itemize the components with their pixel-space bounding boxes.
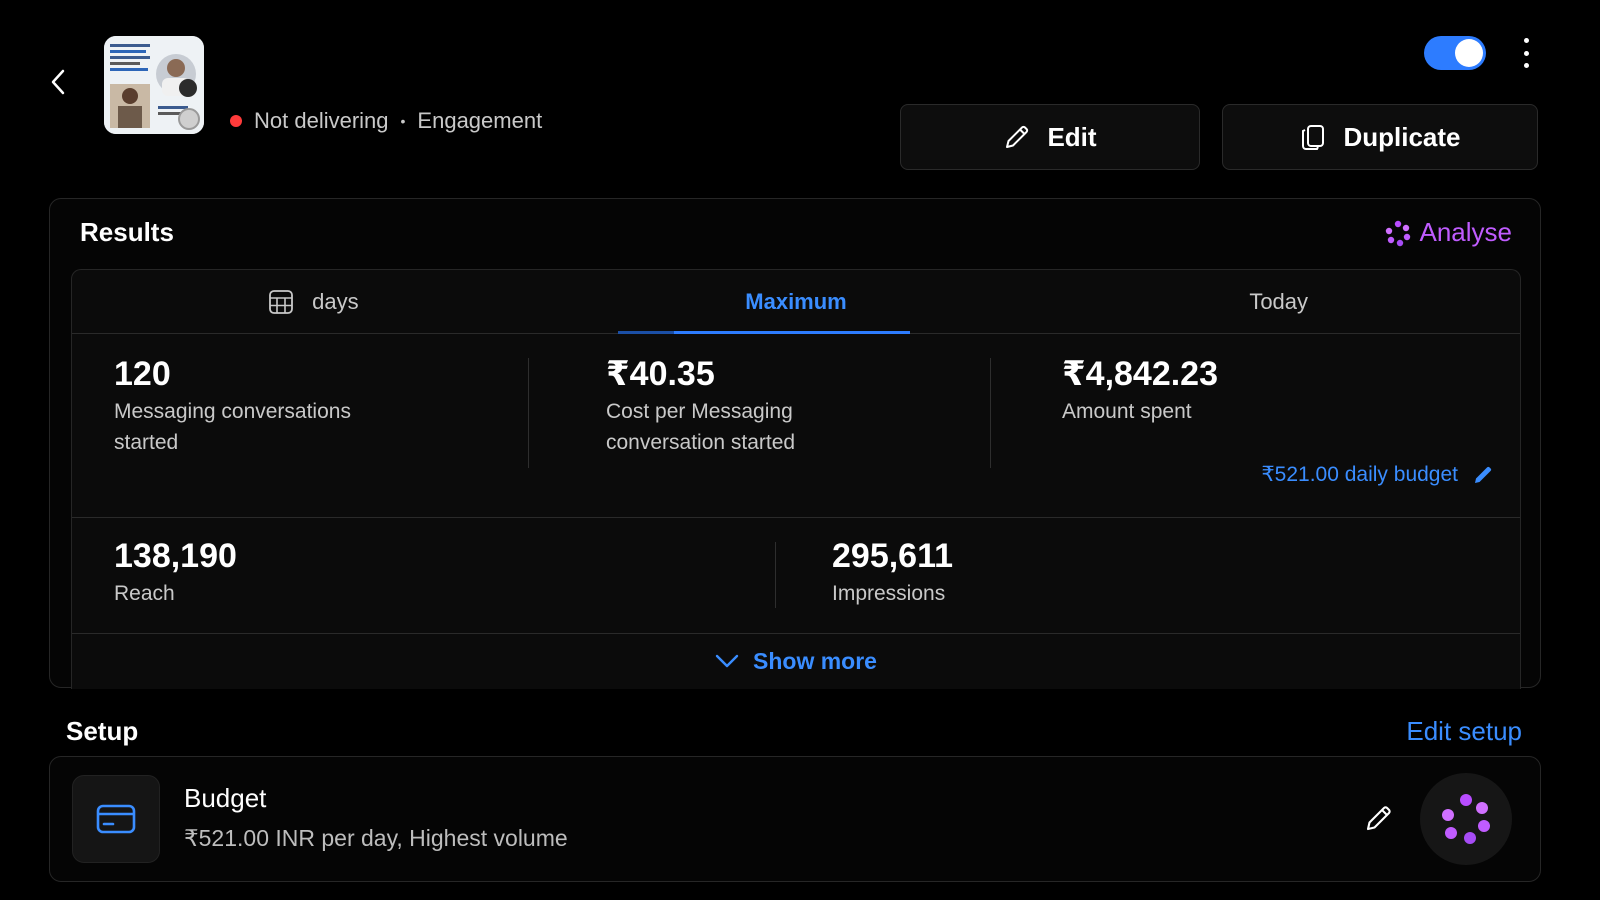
pencil-icon bbox=[1475, 466, 1492, 483]
metric-cost-per-conversation: ₹40.35 Cost per Messaging conversation s… bbox=[606, 355, 795, 458]
metric-label: Messaging conversations started bbox=[114, 397, 351, 458]
setup-title: Setup bbox=[66, 716, 139, 746]
sparkle-cluster-icon bbox=[1442, 794, 1490, 844]
metric-value: ₹40.35 bbox=[606, 355, 715, 393]
sparkle-cluster-icon bbox=[1385, 220, 1410, 246]
metric-divider bbox=[528, 358, 529, 468]
metric-conversations: 120 Messaging conversations started bbox=[114, 355, 351, 458]
metric-label-line: conversation started bbox=[606, 430, 796, 454]
tab-days[interactable]: days bbox=[72, 270, 555, 333]
results-title: Results bbox=[80, 217, 174, 247]
tab-maximum[interactable]: Maximum bbox=[555, 270, 1038, 333]
metric-impressions: 295,611 Impressions bbox=[832, 537, 954, 610]
metric-label-line: Amount spent bbox=[1062, 400, 1192, 424]
calendar-icon bbox=[269, 289, 293, 314]
date-range-tabs: days Maximum Today bbox=[72, 270, 1520, 334]
results-panel: days Maximum Today 120 Messaging convers… bbox=[71, 269, 1521, 689]
analyse-label: Analyse bbox=[1419, 217, 1513, 247]
budget-subtitle: ₹521.00 INR per day, Highest volume bbox=[184, 825, 568, 851]
show-more-button[interactable]: Show more bbox=[72, 634, 1520, 688]
tab-today[interactable]: Today bbox=[1037, 270, 1520, 333]
pencil-icon bbox=[1006, 125, 1029, 148]
analyse-button[interactable]: Analyse bbox=[1384, 217, 1513, 248]
budget-title: Budget bbox=[184, 783, 267, 813]
metric-divider bbox=[775, 542, 776, 608]
duplicate-icon bbox=[1302, 125, 1325, 150]
metric-reach: 138,190 Reach bbox=[114, 537, 237, 610]
edit-label: Edit bbox=[1047, 121, 1097, 152]
ad-thumbnail[interactable] bbox=[104, 36, 204, 134]
secondary-metrics: 138,190 Reach 295,611 Impressions bbox=[72, 518, 1520, 634]
edit-setup-link[interactable]: Edit setup bbox=[1406, 716, 1522, 747]
metric-label: Reach bbox=[114, 582, 175, 606]
show-more-label: Show more bbox=[753, 647, 877, 674]
kebab-menu-icon bbox=[1523, 38, 1529, 43]
results-card: Results Analyse days Maximum Today 120 M… bbox=[49, 198, 1541, 689]
edit-budget-button[interactable] bbox=[1364, 803, 1394, 838]
status-text: Not delivering bbox=[254, 108, 389, 133]
metric-label: Amount spent bbox=[1062, 397, 1218, 427]
budget-icon-box bbox=[72, 775, 160, 863]
objective-text: Engagement bbox=[417, 108, 543, 133]
chevron-down-icon bbox=[715, 654, 739, 668]
toggle-knob bbox=[1455, 39, 1483, 67]
back-button[interactable] bbox=[44, 64, 72, 100]
metric-label: Impressions bbox=[832, 582, 946, 606]
metric-value: ₹4,842.23 bbox=[1062, 355, 1219, 393]
delivery-status: Not delivering • Engagement bbox=[230, 108, 542, 134]
metric-value: 138,190 bbox=[114, 537, 237, 575]
credit-card-icon bbox=[96, 804, 136, 834]
campaign-toggle[interactable] bbox=[1424, 36, 1486, 70]
tab-today-label: Today bbox=[1249, 288, 1309, 314]
metric-value: 120 bbox=[114, 355, 171, 393]
status-separator: • bbox=[400, 113, 406, 129]
metric-divider bbox=[990, 358, 991, 468]
metric-amount-spent: ₹4,842.23 Amount spent bbox=[1062, 355, 1219, 428]
chevron-left-icon bbox=[51, 69, 65, 95]
status-dot-icon bbox=[230, 115, 242, 127]
ai-assistant-button[interactable] bbox=[1420, 773, 1512, 865]
tab-maximum-label: Maximum bbox=[745, 288, 847, 314]
metric-label-line: started bbox=[114, 430, 179, 454]
daily-budget-label: ₹521.00 daily budget bbox=[1261, 463, 1458, 486]
daily-budget-link[interactable]: ₹521.00 daily budget bbox=[1261, 462, 1494, 487]
metric-label-line: Messaging conversations bbox=[114, 400, 351, 424]
duplicate-label: Duplicate bbox=[1343, 121, 1461, 152]
budget-row[interactable]: Budget ₹521.00 INR per day, Highest volu… bbox=[49, 756, 1541, 882]
primary-metrics: 120 Messaging conversations started ₹40.… bbox=[72, 334, 1520, 518]
tab-days-label: days bbox=[312, 288, 359, 314]
edit-button[interactable]: Edit bbox=[900, 104, 1200, 170]
more-options-button[interactable] bbox=[1518, 38, 1534, 68]
metric-label-line: Cost per Messaging bbox=[606, 400, 793, 424]
metric-label: Cost per Messaging conversation started bbox=[606, 397, 795, 458]
pencil-icon bbox=[1366, 806, 1391, 831]
thumbnail-status-badge bbox=[178, 108, 200, 130]
duplicate-button[interactable]: Duplicate bbox=[1222, 104, 1538, 170]
metric-value: 295,611 bbox=[832, 537, 954, 575]
